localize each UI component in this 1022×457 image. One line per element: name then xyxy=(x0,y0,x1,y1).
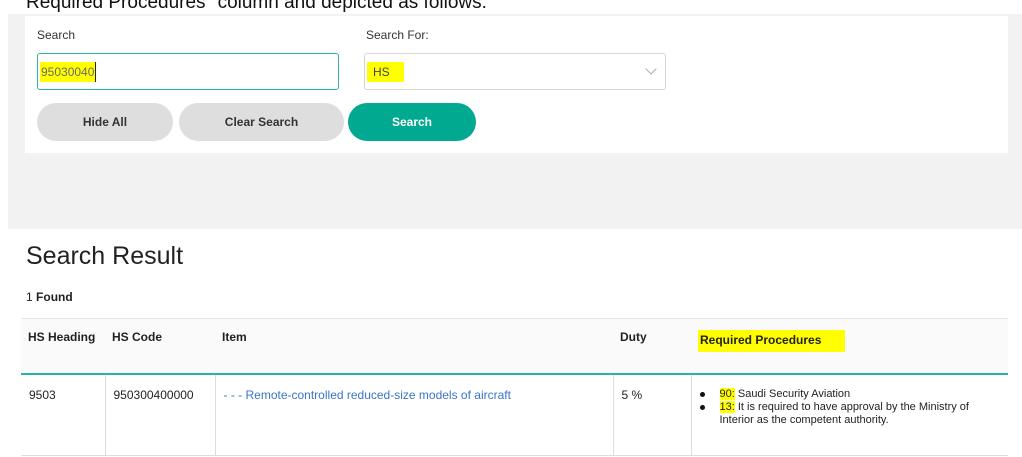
search-label: Search xyxy=(37,28,76,42)
cell-item: - - - Remote-controlled reduced-size mod… xyxy=(215,373,614,456)
found-count-number: 1 xyxy=(26,290,33,304)
cell-hs-code: 950300400000 xyxy=(105,373,216,456)
clear-search-button[interactable]: Clear Search xyxy=(179,103,344,141)
search-input[interactable]: 95030040 xyxy=(37,53,339,90)
document-caption: Required Procedures" column and depicted… xyxy=(26,0,487,13)
procedure-text: It is required to have approval by the M… xyxy=(719,400,969,426)
search-for-selected-value: HS xyxy=(367,61,404,82)
procedure-item: 90: Saudi Security Aviation xyxy=(699,387,1003,401)
search-for-label: Search For: xyxy=(366,28,429,42)
hide-all-button[interactable]: Hide All xyxy=(37,103,173,141)
column-header-required-procedures: Required Procedures xyxy=(691,318,1008,375)
procedure-code: 90: xyxy=(719,387,735,400)
procedure-text: Saudi Security Aviation xyxy=(737,387,851,400)
column-header-hs-code: HS Code xyxy=(105,318,215,375)
found-label: Found xyxy=(36,290,73,304)
procedures-list: 90: Saudi Security Aviation 13: It is re… xyxy=(699,387,1003,427)
column-header-hs-heading: HS Heading xyxy=(21,318,105,375)
item-link[interactable]: - - - Remote-controlled reduced-size mod… xyxy=(224,388,511,402)
search-button[interactable]: Search xyxy=(348,103,476,141)
procedure-code: 13: xyxy=(719,400,735,413)
search-for-select[interactable]: HS xyxy=(364,53,666,90)
search-input-value: 95030040 xyxy=(40,61,97,82)
procedure-item: 13: It is required to have approval by t… xyxy=(699,400,1003,427)
chevron-down-icon xyxy=(645,63,657,75)
cell-duty: 5 % xyxy=(613,373,692,456)
table-header-row: HS Heading HS Code Item Duty Required Pr… xyxy=(21,318,1008,375)
results-found-count: 1 Found xyxy=(26,290,73,304)
column-header-item: Item xyxy=(215,318,613,375)
cell-required-procedures: 90: Saudi Security Aviation 13: It is re… xyxy=(691,373,1008,456)
required-procedures-header-label: Required Procedures xyxy=(698,330,846,352)
cell-hs-heading: 9503 xyxy=(21,373,106,456)
results-table: HS Heading HS Code Item Duty Required Pr… xyxy=(21,318,1008,456)
table-row: 9503 950300400000 - - - Remote-controlle… xyxy=(21,373,1008,456)
column-header-duty: Duty xyxy=(613,318,691,375)
results-title: Search Result xyxy=(26,242,184,270)
